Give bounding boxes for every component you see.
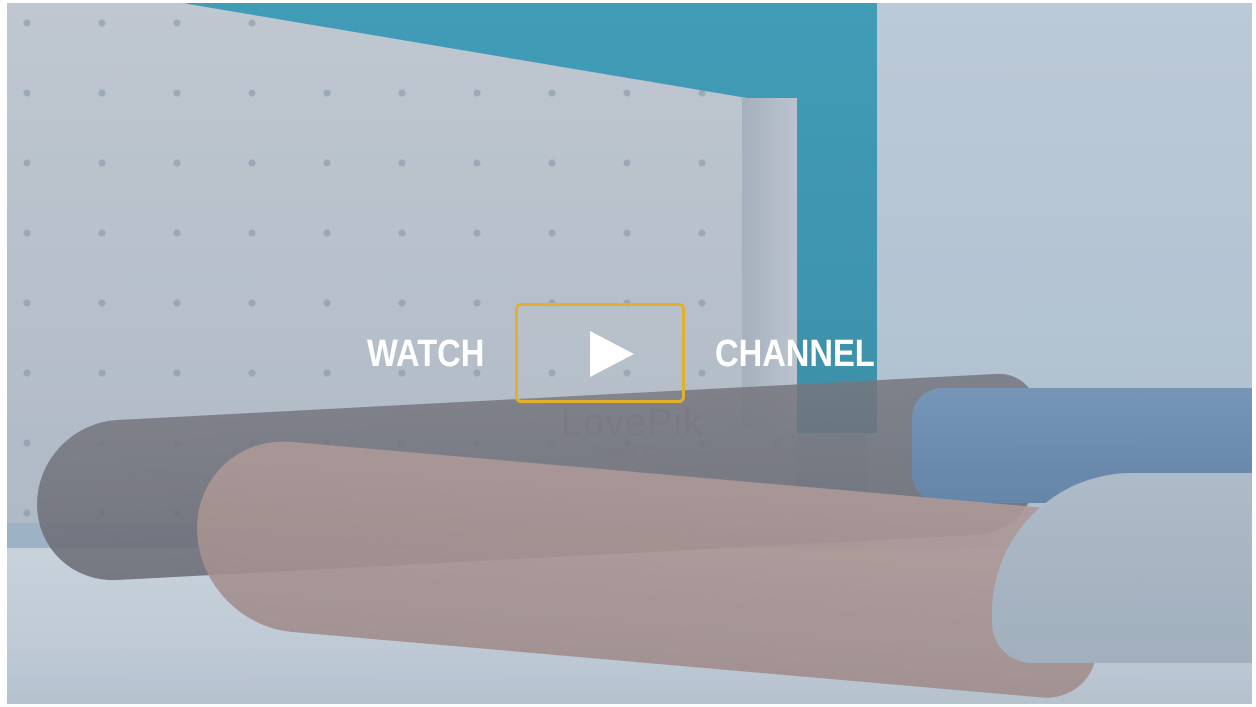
watch-label[interactable]: WATCH [367,331,484,377]
channel-label[interactable]: CHANNEL [715,331,875,377]
watermark: LovePik lovepik.com [532,403,732,461]
watermark-logo: LovePik [560,402,704,444]
watermark-url: lovepik.com [592,443,672,460]
play-icon[interactable] [590,331,634,377]
play-button[interactable] [515,303,685,403]
video-frame[interactable]: LovePik lovepik.com WATCH CHANNEL [7,3,1252,704]
